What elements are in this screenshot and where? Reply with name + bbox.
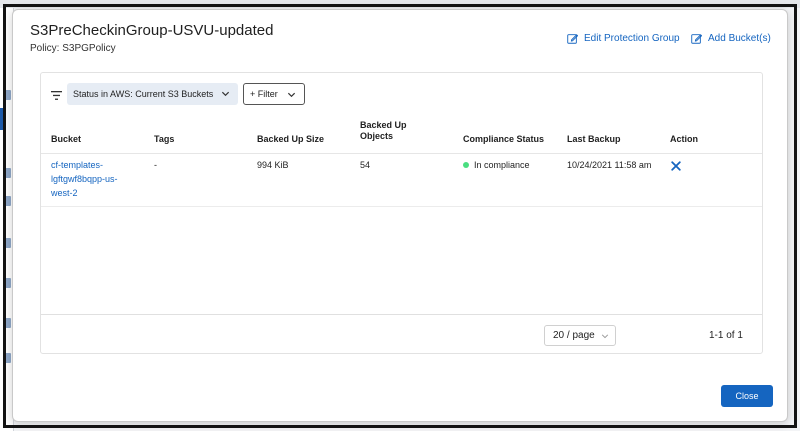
remove-bucket-button[interactable] bbox=[671, 161, 681, 175]
bucket-name-link[interactable]: cf-templates-lgftgwf8bqpp-us-west-2 bbox=[51, 158, 129, 200]
compliance-status-cell: In compliance bbox=[463, 158, 530, 172]
page-size-label: 20 / page bbox=[553, 330, 595, 341]
chevron-down-icon bbox=[221, 91, 230, 97]
modal-overlay: S3PreCheckinGroup-USVU-updated Policy: S… bbox=[0, 0, 800, 431]
column-header-tags[interactable]: Tags bbox=[154, 134, 174, 145]
add-buckets-label: Add Bucket(s) bbox=[708, 33, 771, 44]
filter-toolbar: Status in AWS: Current S3 Buckets + Filt… bbox=[41, 73, 762, 117]
chevron-down-icon bbox=[601, 334, 609, 339]
column-header-action: Action bbox=[670, 134, 698, 144]
buckets-card: Status in AWS: Current S3 Buckets + Filt… bbox=[40, 72, 763, 354]
page-size-select[interactable]: 20 / page bbox=[544, 325, 616, 346]
compliance-status-text: In compliance bbox=[474, 160, 530, 170]
add-filter-label: + Filter bbox=[250, 89, 278, 99]
table-header: Bucket Tags Backed Up Size Backed Up Obj… bbox=[41, 120, 762, 154]
column-header-backed-up-size[interactable]: Backed Up Size bbox=[257, 134, 324, 145]
edit-icon bbox=[567, 34, 578, 44]
status-filter-label: Status in AWS: Current S3 Buckets bbox=[73, 89, 214, 99]
column-header-backed-up-objects[interactable]: Backed Up Objects bbox=[360, 120, 420, 142]
edit-protection-group-label: Edit Protection Group bbox=[584, 33, 680, 44]
status-filter-chip[interactable]: Status in AWS: Current S3 Buckets bbox=[67, 83, 238, 105]
policy-label: Policy: S3PGPolicy bbox=[30, 43, 116, 54]
pagination-range: 1-1 of 1 bbox=[709, 330, 743, 341]
add-filter-button[interactable]: + Filter bbox=[243, 83, 305, 105]
compliance-status-dot bbox=[463, 161, 469, 168]
column-header-last-backup[interactable]: Last Backup bbox=[567, 134, 621, 145]
modal-title: S3PreCheckinGroup-USVU-updated bbox=[30, 22, 274, 39]
pagination-divider bbox=[41, 314, 762, 315]
chevron-down-icon bbox=[287, 92, 296, 98]
close-button[interactable]: Close bbox=[721, 385, 773, 407]
edit-protection-group-link[interactable]: Edit Protection Group bbox=[567, 33, 680, 44]
backed-up-size-cell: 994 KiB bbox=[257, 160, 289, 170]
filter-lines-icon[interactable] bbox=[51, 91, 62, 100]
protection-group-modal: S3PreCheckinGroup-USVU-updated Policy: S… bbox=[12, 9, 788, 422]
add-buckets-link[interactable]: Add Bucket(s) bbox=[691, 33, 771, 44]
add-bucket-icon bbox=[691, 34, 702, 44]
close-x-icon bbox=[671, 161, 681, 171]
column-header-compliance-status[interactable]: Compliance Status bbox=[463, 134, 544, 145]
column-header-bucket[interactable]: Bucket bbox=[51, 134, 81, 145]
table-row: cf-templates-lgftgwf8bqpp-us-west-2 - 99… bbox=[41, 155, 762, 207]
backed-up-objects-cell: 54 bbox=[360, 160, 371, 170]
last-backup-cell: 10/24/2021 11:58 am bbox=[567, 160, 652, 170]
tags-cell: - bbox=[154, 160, 157, 170]
